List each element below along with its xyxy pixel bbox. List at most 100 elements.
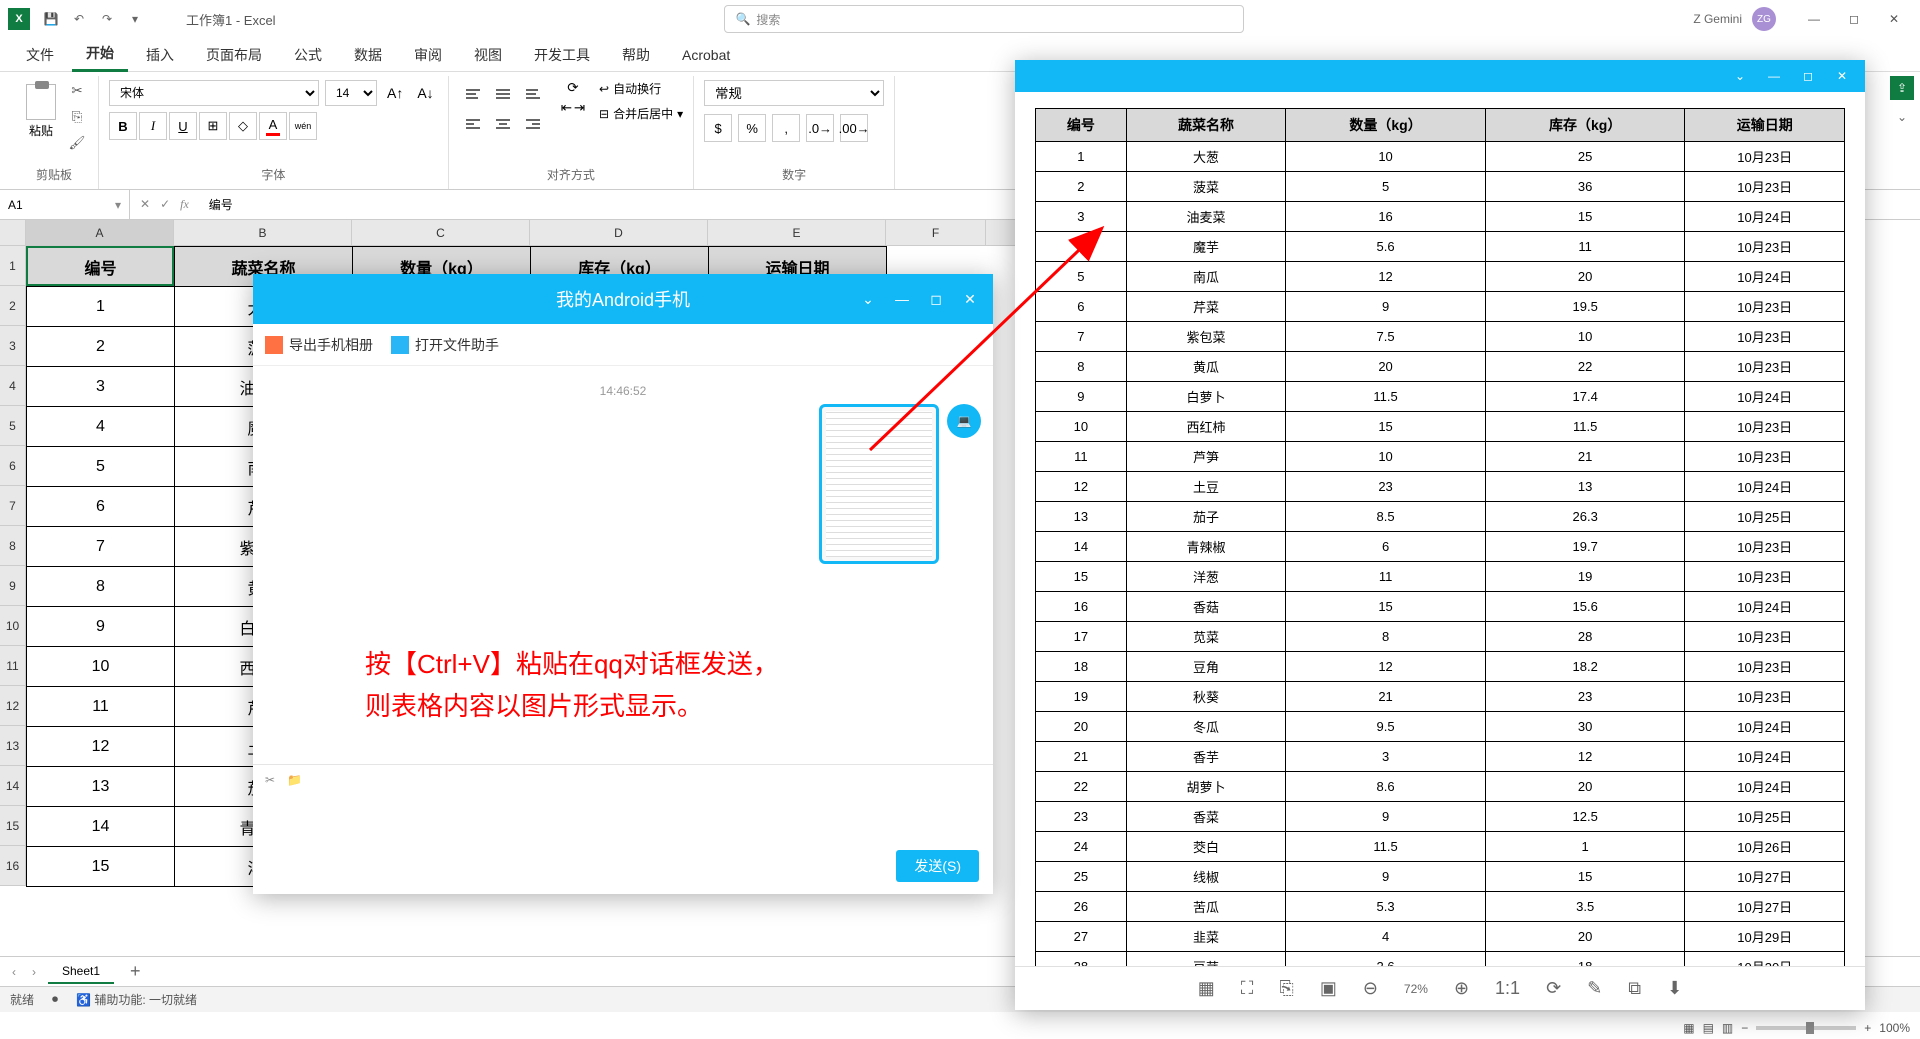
preview-actual-size-icon[interactable]: 1:1 xyxy=(1495,978,1520,999)
enter-formula-icon[interactable]: ✓ xyxy=(160,197,170,212)
row-header[interactable]: 13 xyxy=(0,726,26,766)
preview-edit-icon[interactable]: ✎ xyxy=(1587,978,1602,999)
qq-file-helper-button[interactable]: 打开文件助手 xyxy=(391,335,499,355)
zoom-slider[interactable] xyxy=(1756,1026,1856,1030)
tab-home[interactable]: 开始 xyxy=(72,37,128,72)
preview-grid-icon[interactable]: ▦ xyxy=(1198,978,1215,999)
preview-rotate-icon[interactable]: ⟳ xyxy=(1546,978,1561,999)
row-header[interactable]: 4 xyxy=(0,366,26,406)
column-header[interactable]: D xyxy=(530,220,708,246)
row-header[interactable]: 1 xyxy=(0,246,26,286)
qq-send-button[interactable]: 发送(S) xyxy=(896,850,979,882)
number-format-select[interactable]: 常规 xyxy=(704,80,884,106)
maximize-button[interactable]: ◻ xyxy=(1836,5,1872,33)
row-header[interactable]: 9 xyxy=(0,566,26,606)
column-header[interactable]: F xyxy=(886,220,986,246)
tab-review[interactable]: 审阅 xyxy=(400,39,456,71)
font-size-select[interactable]: 14 xyxy=(325,80,377,106)
sheet-nav-next[interactable]: › xyxy=(28,965,40,979)
qq-export-album-button[interactable]: 导出手机相册 xyxy=(265,335,373,355)
orientation-button[interactable]: ⟳ xyxy=(561,80,585,96)
tab-insert[interactable]: 插入 xyxy=(132,39,188,71)
row-header[interactable]: 7 xyxy=(0,486,26,526)
name-box[interactable]: A1▾ xyxy=(0,190,130,219)
font-color-button[interactable]: A xyxy=(259,112,287,140)
paste-button[interactable]: 粘贴 xyxy=(20,80,62,154)
preview-zoom-in-icon[interactable]: ⊕ xyxy=(1454,978,1469,999)
preview-title-bar[interactable]: ⌄ — ◻ ✕ xyxy=(1015,60,1865,92)
undo-icon[interactable]: ↶ xyxy=(68,8,90,30)
preview-copy-icon[interactable]: ⎘ xyxy=(1279,978,1293,999)
row-header[interactable]: 11 xyxy=(0,646,26,686)
row-header[interactable]: 14 xyxy=(0,766,26,806)
add-sheet-button[interactable]: + xyxy=(122,961,149,982)
column-header[interactable]: C xyxy=(352,220,530,246)
tab-view[interactable]: 视图 xyxy=(460,39,516,71)
table-header-cell[interactable]: 编号 xyxy=(27,247,175,287)
preview-crop-icon[interactable]: ⧉ xyxy=(1628,978,1641,999)
row-header[interactable]: 6 xyxy=(0,446,26,486)
font-name-select[interactable]: 宋体 xyxy=(109,80,319,106)
zoom-in-button[interactable]: + xyxy=(1864,1021,1871,1035)
qq-image-message[interactable] xyxy=(819,404,939,564)
row-header[interactable]: 15 xyxy=(0,806,26,846)
merge-center-button[interactable]: ⊟合并后居中▾ xyxy=(599,105,683,122)
row-header[interactable]: 5 xyxy=(0,406,26,446)
fill-color-button[interactable]: ◇ xyxy=(229,112,257,140)
preview-dropdown-button[interactable]: ⌄ xyxy=(1723,64,1757,88)
underline-button[interactable]: U xyxy=(169,112,197,140)
qq-close-button[interactable]: ✕ xyxy=(955,284,985,314)
view-page-icon[interactable]: ▤ xyxy=(1703,1021,1714,1035)
tab-file[interactable]: 文件 xyxy=(12,39,68,71)
bold-button[interactable]: B xyxy=(109,112,137,140)
row-header[interactable]: 2 xyxy=(0,286,26,326)
redo-icon[interactable]: ↷ xyxy=(96,8,118,30)
column-header[interactable]: B xyxy=(174,220,352,246)
tab-data[interactable]: 数据 xyxy=(340,39,396,71)
percent-button[interactable]: % xyxy=(738,114,766,142)
preview-expand-icon[interactable]: ⛶ xyxy=(1241,978,1254,999)
tab-acrobat[interactable]: Acrobat xyxy=(668,41,744,69)
macro-record-icon[interactable]: ⏺ xyxy=(52,992,58,1007)
cut-button[interactable]: ✂ xyxy=(66,80,88,102)
align-left-button[interactable] xyxy=(459,110,487,138)
tab-formulas[interactable]: 公式 xyxy=(280,39,336,71)
search-box[interactable]: 🔍 搜索 xyxy=(724,5,1244,33)
tab-developer[interactable]: 开发工具 xyxy=(520,39,604,71)
view-normal-icon[interactable]: ▦ xyxy=(1683,1021,1694,1035)
italic-button[interactable]: I xyxy=(139,112,167,140)
align-top-button[interactable] xyxy=(459,80,487,108)
preview-minimize-button[interactable]: — xyxy=(1757,64,1791,88)
zoom-out-button[interactable]: − xyxy=(1741,1021,1748,1035)
preview-download-icon[interactable]: ⬇ xyxy=(1667,978,1682,999)
decrease-indent-button[interactable]: ⇤ xyxy=(561,100,572,116)
increase-decimal-button[interactable]: .0→ xyxy=(806,114,834,142)
share-button[interactable]: ⇪ xyxy=(1890,76,1914,100)
qq-minimize-button[interactable]: — xyxy=(887,284,917,314)
fx-icon[interactable]: fx xyxy=(180,197,189,212)
tab-page-layout[interactable]: 页面布局 xyxy=(192,39,276,71)
sheet-nav-prev[interactable]: ‹ xyxy=(8,965,20,979)
select-all-corner[interactable] xyxy=(0,220,26,246)
qq-folder-icon[interactable]: 📁 xyxy=(287,773,302,787)
qq-sender-avatar[interactable]: 💻 xyxy=(947,404,981,438)
minimize-button[interactable]: — xyxy=(1796,5,1832,33)
row-header[interactable]: 3 xyxy=(0,326,26,366)
align-right-button[interactable] xyxy=(519,110,547,138)
wrap-text-button[interactable]: ↩自动换行 xyxy=(599,80,683,97)
ribbon-collapse-button[interactable]: ⌄ xyxy=(1897,110,1907,124)
preview-zoom-out-icon[interactable]: ⊖ xyxy=(1363,978,1378,999)
decrease-decimal-button[interactable]: .00→ xyxy=(840,114,868,142)
view-break-icon[interactable]: ▥ xyxy=(1722,1021,1733,1035)
align-bottom-button[interactable] xyxy=(519,80,547,108)
row-header[interactable]: 8 xyxy=(0,526,26,566)
align-middle-button[interactable] xyxy=(489,80,517,108)
row-header[interactable]: 12 xyxy=(0,686,26,726)
increase-indent-button[interactable]: ⇥ xyxy=(574,100,585,116)
preview-maximize-button[interactable]: ◻ xyxy=(1791,64,1825,88)
copy-button[interactable]: ⎘ xyxy=(66,106,88,128)
row-header[interactable]: 10 xyxy=(0,606,26,646)
row-header[interactable]: 16 xyxy=(0,846,26,886)
increase-font-icon[interactable]: A↑ xyxy=(383,85,407,101)
preview-close-button[interactable]: ✕ xyxy=(1825,64,1859,88)
